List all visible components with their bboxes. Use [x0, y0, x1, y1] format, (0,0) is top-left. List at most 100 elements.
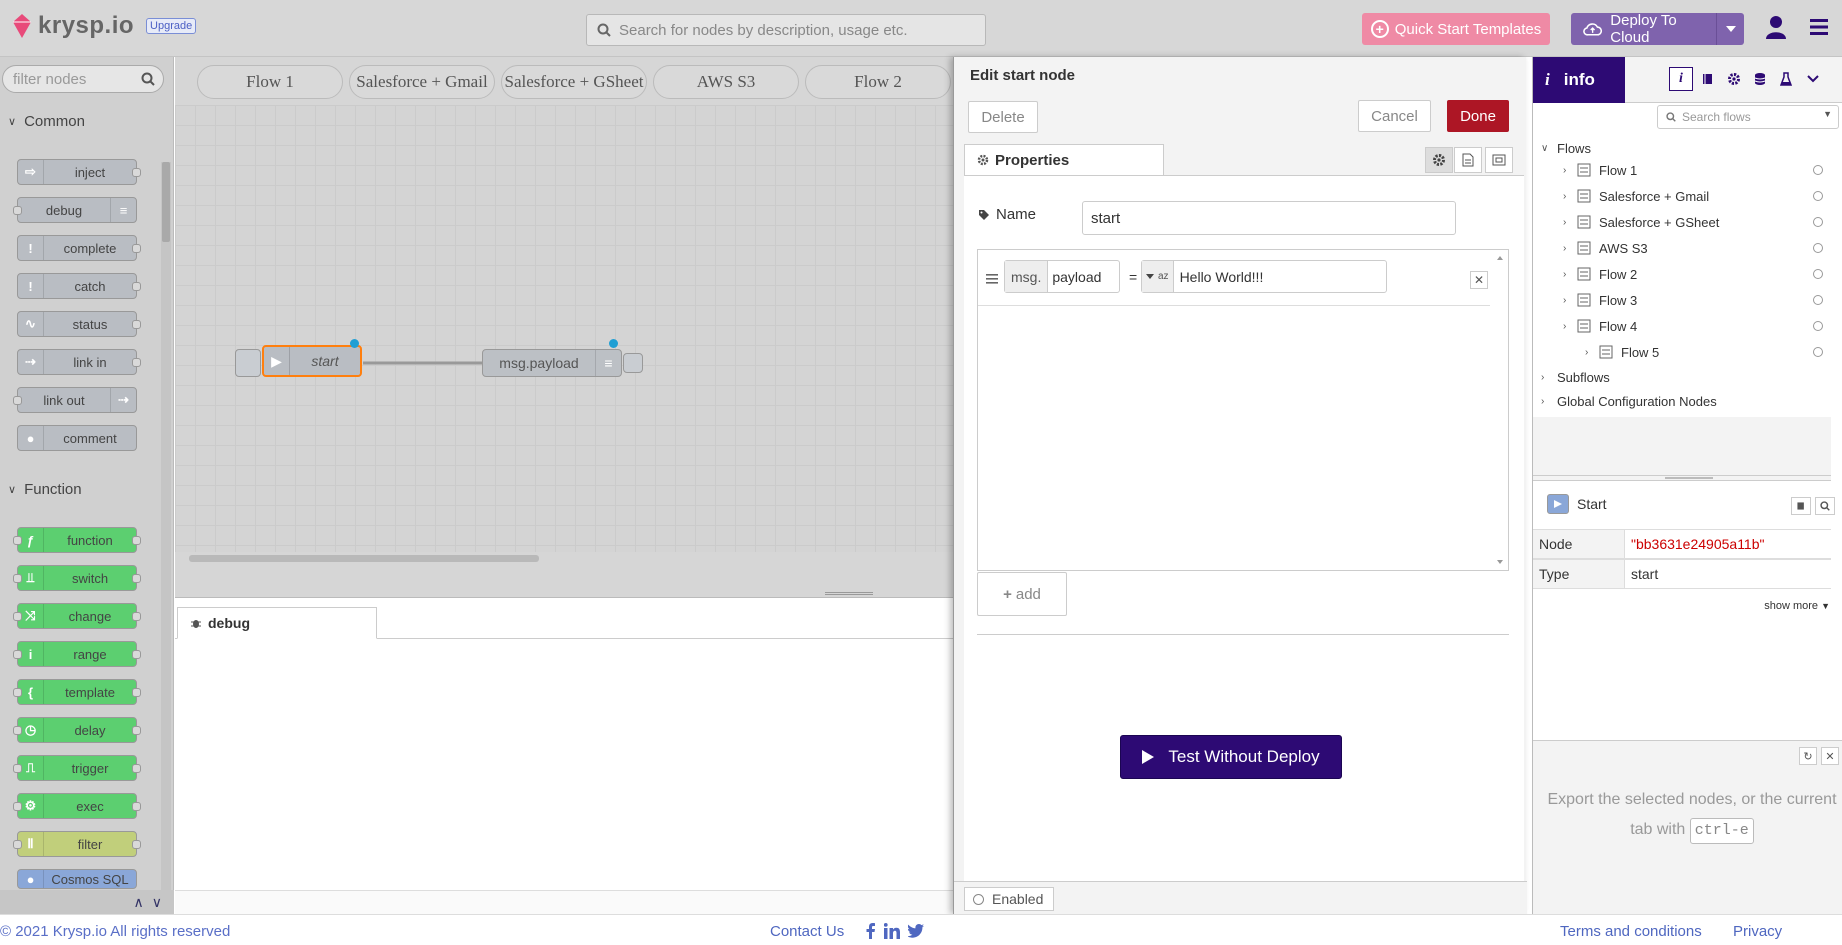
palette-node-debug[interactable]: debug ≡ — [13, 197, 137, 223]
debug-toggle-button[interactable] — [623, 353, 643, 373]
palette-node-delay[interactable]: ◷ delay — [13, 717, 141, 743]
chevron-down-icon[interactable]: ∨ — [152, 894, 162, 911]
info-tab-button[interactable]: i — [1669, 67, 1693, 91]
rules-scrollbar[interactable] — [1494, 252, 1506, 568]
book-button[interactable] — [1791, 497, 1811, 515]
tree-item-flow[interactable]: › Flow 4 — [1533, 315, 1831, 337]
chevron-right-icon: › — [1563, 164, 1567, 176]
remove-rule-button[interactable]: ✕ — [1470, 271, 1488, 289]
palette-node-complete[interactable]: ! complete — [17, 235, 141, 261]
palette-node-exec[interactable]: ⚙ exec — [13, 793, 141, 819]
test-tab-button[interactable] — [1774, 67, 1798, 91]
category-common[interactable]: ∨ Common — [0, 108, 158, 134]
tree-item-flow[interactable]: › Flow 2 — [1533, 263, 1831, 285]
chevron-up-icon[interactable]: ∧ — [134, 894, 144, 911]
delete-button[interactable]: Delete — [968, 101, 1038, 133]
category-function[interactable]: ∨ Function — [0, 476, 158, 502]
panel-resize-handle[interactable] — [825, 592, 873, 595]
appearance-button[interactable] — [1485, 147, 1513, 173]
add-rule-button[interactable]: + add — [977, 572, 1067, 616]
property-value-input[interactable]: az Hello World!!! — [1141, 260, 1387, 293]
tree-label: AWS S3 — [1599, 240, 1648, 256]
palette-node-switch[interactable]: ⫫ switch — [13, 565, 141, 591]
info-value[interactable]: "bb3631e24905a11b" — [1625, 530, 1831, 558]
refresh-icon[interactable]: ↻ — [1799, 747, 1817, 765]
tree-item-flow[interactable]: › AWS S3 — [1533, 237, 1831, 259]
wire[interactable] — [175, 105, 953, 557]
node-search-input[interactable]: Search for nodes by description, usage e… — [586, 14, 986, 46]
tree-item-global-config[interactable]: › Global Configuration Nodes — [1533, 390, 1831, 412]
context-tab-button[interactable] — [1748, 67, 1772, 91]
node-palette: filter nodes ∨ Common ⇨ inject debug ≡ !… — [0, 57, 174, 914]
tab-salesforce-gsheet[interactable]: Salesforce + GSheet — [501, 65, 647, 99]
node-label: inject — [74, 164, 106, 180]
deploy-button[interactable]: Deploy To Cloud — [1571, 12, 1744, 46]
logo[interactable]: krysp.io Upgrade — [12, 12, 197, 40]
canvas-horizontal-scrollbar[interactable] — [175, 552, 953, 566]
palette-node-catch[interactable]: ! catch — [17, 273, 141, 299]
show-more-link[interactable]: show more ▼ — [1764, 600, 1830, 612]
tab-aws-s3[interactable]: AWS S3 — [653, 65, 799, 99]
tab-salesforce-gmail[interactable]: Salesforce + Gmail — [349, 65, 495, 99]
user-icon[interactable] — [1766, 15, 1786, 39]
debug-node[interactable]: msg.payload ≡ — [482, 349, 622, 377]
palette-node-link-in[interactable]: ⇢ link in — [17, 349, 141, 375]
tab-info[interactable]: i info — [1533, 57, 1625, 103]
tab-flow-1[interactable]: Flow 1 — [197, 65, 343, 99]
hamburger-menu-icon[interactable] — [1810, 19, 1828, 35]
palette-node-link-out[interactable]: link out ⇢ — [13, 387, 137, 413]
deploy-dropdown-caret-icon[interactable] — [1716, 13, 1744, 45]
terms-link[interactable]: Terms and conditions — [1560, 923, 1702, 940]
privacy-link[interactable]: Privacy — [1733, 923, 1782, 940]
property-target-input[interactable]: msg. payload — [1004, 260, 1120, 293]
tree-item-subflows[interactable]: › Subflows — [1533, 366, 1831, 388]
sidebar-resize-handle[interactable] — [1533, 475, 1831, 481]
palette-node-range[interactable]: i range — [13, 641, 141, 667]
contact-us-link[interactable]: Contact Us — [770, 923, 844, 940]
drag-handle-icon[interactable] — [986, 274, 998, 284]
cancel-button[interactable]: Cancel — [1358, 100, 1431, 132]
tree-item-nested-flow[interactable]: › Flow 5 — [1533, 341, 1831, 363]
palette-node-function[interactable]: ƒ function — [13, 527, 141, 553]
palette-node-status[interactable]: ∿ status — [17, 311, 141, 337]
palette-node-filter[interactable]: Ⅱ filter — [13, 831, 141, 857]
tree-item-flow[interactable]: › Salesforce + GSheet — [1533, 211, 1831, 233]
quick-start-templates-button[interactable]: + Quick Start Templates — [1362, 13, 1550, 45]
tree-item-flow[interactable]: › Flow 3 — [1533, 289, 1831, 311]
tab-debug[interactable]: debug — [177, 607, 377, 639]
upgrade-badge[interactable]: Upgrade — [146, 18, 197, 34]
config-tab-button[interactable] — [1722, 67, 1746, 91]
tab-properties[interactable]: Properties — [964, 144, 1164, 176]
palette-node-cosmos-sql[interactable]: ● Cosmos SQL — [17, 869, 137, 889]
palette-node-template[interactable]: { template — [13, 679, 141, 705]
linkedin-icon[interactable] — [884, 923, 900, 939]
description-button[interactable] — [1454, 147, 1482, 173]
flow-canvas[interactable]: ▶ start msg.payload ≡ — [175, 105, 953, 557]
sidebar-menu-chevron-icon[interactable] — [1801, 67, 1825, 91]
name-input[interactable]: start — [1082, 201, 1456, 235]
search-node-button[interactable] — [1815, 497, 1835, 515]
tab-flow-2[interactable]: Flow 2 — [805, 65, 951, 99]
search-flows-input[interactable]: Search flows ▼ — [1657, 105, 1839, 129]
start-node-button[interactable] — [235, 349, 261, 377]
tree-item-flow[interactable]: › Flow 1 — [1533, 159, 1831, 181]
settings-gear-button[interactable] — [1425, 147, 1453, 173]
done-button[interactable]: Done — [1447, 100, 1509, 132]
value-type-selector[interactable]: az — [1142, 261, 1174, 292]
palette-node-inject[interactable]: ⇨ inject — [17, 159, 141, 185]
facebook-icon[interactable] — [866, 923, 876, 939]
book-tab-button[interactable] — [1696, 67, 1720, 91]
close-icon[interactable]: ✕ — [1821, 747, 1839, 765]
tree-item-flow[interactable]: › Salesforce + Gmail — [1533, 185, 1831, 207]
tree-label: Flow 5 — [1621, 344, 1660, 360]
palette-node-change[interactable]: ⤨ change — [13, 603, 141, 629]
filter-nodes-input[interactable]: filter nodes — [2, 65, 164, 93]
enabled-toggle[interactable]: Enabled — [964, 887, 1054, 911]
palette-node-trigger[interactable]: ⎍ trigger — [13, 755, 141, 781]
start-node[interactable]: ▶ start — [262, 345, 362, 377]
test-without-deploy-button[interactable]: Test Without Deploy — [1120, 735, 1342, 779]
palette-scrollbar[interactable] — [161, 162, 171, 912]
twitter-icon[interactable] — [908, 924, 924, 938]
palette-node-comment[interactable]: ● comment — [17, 425, 137, 451]
tree-root-flows[interactable]: ∨ Flows — [1533, 137, 1831, 159]
